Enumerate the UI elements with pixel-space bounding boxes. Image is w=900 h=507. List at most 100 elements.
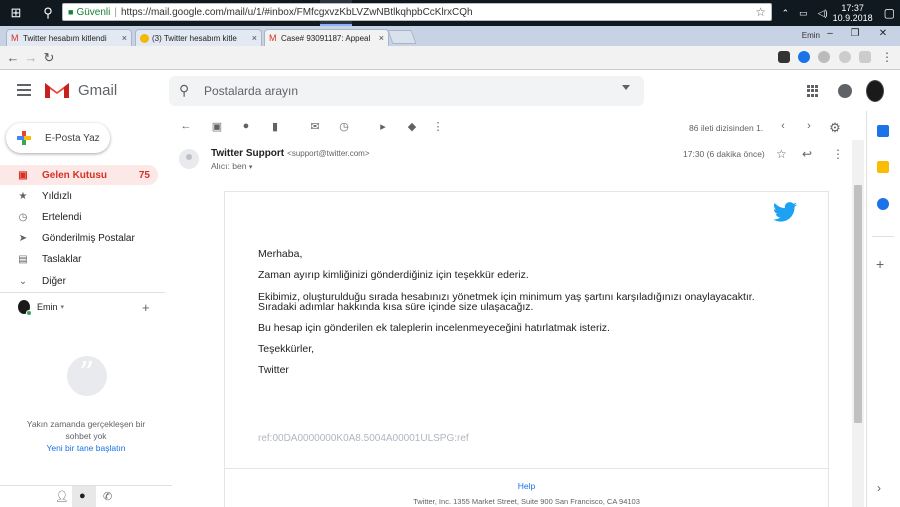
menu-dots-icon[interactable]: ⋮ [881,51,893,63]
archive-icon[interactable]: ▣ [209,120,225,133]
search-icon[interactable]: ⚲ [179,82,189,99]
phone-icon[interactable]: ✆ [103,490,112,503]
compose-plus-icon [17,131,31,145]
tray-chevron-icon[interactable]: ⌃ [782,8,790,19]
forward-arrow-icon[interactable]: → [22,50,40,65]
sidebar-item-snoozed[interactable]: ◷ Ertelendi [0,207,158,227]
account-avatar[interactable] [866,80,884,102]
notifications-icon[interactable] [838,84,852,98]
tab-case-appeal[interactable]: M Case# 93091187: Appeal × [264,29,389,46]
search-options-icon[interactable] [622,85,630,90]
sidebar-item-starred[interactable]: ★ Yıldızlı [0,186,158,206]
caret-down-icon[interactable]: ▾ [61,303,65,311]
notifications-icon[interactable]: ▢ [884,6,895,20]
reply-icon[interactable]: ↩ [802,147,812,161]
chevron-left-icon[interactable]: ‹ [775,120,791,132]
secure-label: Güvenli [76,6,111,18]
chevron-right-icon[interactable]: › [801,120,817,132]
restore-button[interactable]: ❐ [843,28,867,42]
sidebar-item-label: Diğer [42,275,66,287]
keep-icon[interactable] [877,161,889,173]
add-addon-plus-icon[interactable]: + [876,256,884,272]
sidebar-item-label: Ertelendi [42,211,82,223]
windows-start-icon[interactable]: ⊞ [0,0,32,26]
settings-gear-icon[interactable]: ⚙ [827,120,843,136]
tab-title: (3) Twitter hesabım kitle [152,33,237,43]
gmail-logo-icon[interactable] [44,81,70,99]
tab-twitter-2[interactable]: (3) Twitter hesabım kitle × [135,29,262,46]
greeting: Merhaba, [258,248,303,260]
help-link[interactable]: Help [225,481,828,491]
show-details-icon[interactable]: ▾ [249,164,253,171]
close-window-button[interactable]: ✕ [871,28,895,42]
sidebar-item-sent[interactable]: ➤ Gönderilmiş Postalar [0,228,158,248]
snooze-icon[interactable]: ◷ [336,120,352,133]
chevron-right-icon[interactable]: › [877,481,881,495]
start-new-chat-link[interactable]: Yeni bir tane başlatın [0,443,172,453]
back-arrow-icon[interactable]: ← [4,50,22,65]
move-to-icon[interactable]: ▸ [375,120,391,133]
tab-title: Twitter hesabım kitlendi [23,33,107,43]
hangouts-bottom-bar: 👤︎ ● ✆ [0,485,172,507]
extension-icon[interactable] [778,51,790,63]
tasks-icon[interactable] [877,198,889,210]
message-toolbar: ← ▣ ● ▮ ✉ ◷ ▸ ◆ ⋮ 86 ileti dizisinden 1.… [172,117,852,139]
url-bar[interactable]: ■ Güvenli | https://mail.google.com/mail… [62,3,772,21]
star-icon: ★ [18,190,28,202]
close-icon[interactable]: × [252,33,257,43]
close-icon[interactable]: × [122,33,127,43]
thanks-line: Teşekkürler, [258,343,315,355]
network-icon[interactable]: ▭ [799,8,808,19]
search-icon[interactable]: ⚲ [32,0,64,26]
search-input[interactable]: ⚲ Postalarda arayın [169,76,644,106]
clock[interactable]: 17:37 10.9.2018 [833,3,873,23]
reference-id: ref:00DA0000000K0A8.5004A00001ULSPG:ref [258,433,469,444]
extension-icon[interactable] [818,51,830,63]
sender-line: Twitter Support <support@twitter.com> [211,148,370,159]
inbox-icon: ▣ [18,169,28,181]
more-options-icon[interactable]: ⋮ [832,147,844,161]
back-arrow-icon[interactable]: ← [178,120,194,132]
extension-icon[interactable] [839,51,851,63]
hangouts-user[interactable]: Emin ▾ [18,300,65,316]
twitter-bird-icon [773,202,797,222]
tab-twitter-1[interactable]: M Twitter hesabım kitlendi × [6,29,132,46]
avatar [18,300,32,316]
main-menu-icon[interactable] [17,84,31,99]
star-icon[interactable]: ☆ [776,147,787,161]
sidebar-item-label: Gönderilmiş Postalar [42,232,135,244]
scrollbar-thumb[interactable] [854,185,862,423]
email-body-card: Merhaba, Zaman ayırıp kimliğinizi gönder… [224,191,829,507]
sender-name[interactable]: Twitter Support [211,148,284,159]
google-apps-icon[interactable] [807,85,819,97]
separator: | [114,6,117,18]
new-tab-button[interactable] [387,30,417,44]
help-link-text[interactable]: Help [518,481,535,491]
new-chat-plus-icon[interactable]: + [142,300,150,315]
minimize-button[interactable]: – [818,28,842,42]
delete-icon[interactable]: ▮ [267,120,283,133]
hangouts-icon[interactable]: ● [79,490,86,502]
gmail-favicon-icon: M [269,32,277,43]
more-options-icon[interactable]: ⋮ [430,120,446,133]
person-icon[interactable]: 👤︎ [55,490,69,503]
mark-unread-icon[interactable]: ✉ [307,120,323,133]
no-chat-message: Yakın zamanda gerçekleşen bir sohbet yok [0,418,172,442]
report-spam-icon[interactable]: ● [238,120,254,132]
recipient-text: Alıcı: ben [211,161,247,171]
sidebar-item-more[interactable]: ⌄ Diğer [0,271,158,291]
recipient-line[interactable]: Alıcı: ben ▾ [211,161,252,171]
send-icon: ➤ [18,232,28,244]
label-icon[interactable]: ◆ [404,120,420,133]
bookmark-star-icon[interactable]: ☆ [755,5,766,19]
reload-icon[interactable]: ↻ [40,50,58,66]
sidebar-item-inbox[interactable]: ▣ Gelen Kutusu 75 [0,165,158,185]
extension-icon[interactable] [798,51,810,63]
extension-icon[interactable] [859,51,871,63]
close-icon[interactable]: × [379,33,384,43]
volume-icon[interactable]: ◁) [818,8,828,19]
calendar-icon[interactable] [877,125,889,137]
sidebar-item-drafts[interactable]: ▤ Taslaklar [0,249,158,269]
compose-button[interactable]: E-Posta Yaz [6,123,110,153]
forum-favicon-icon [140,33,149,43]
